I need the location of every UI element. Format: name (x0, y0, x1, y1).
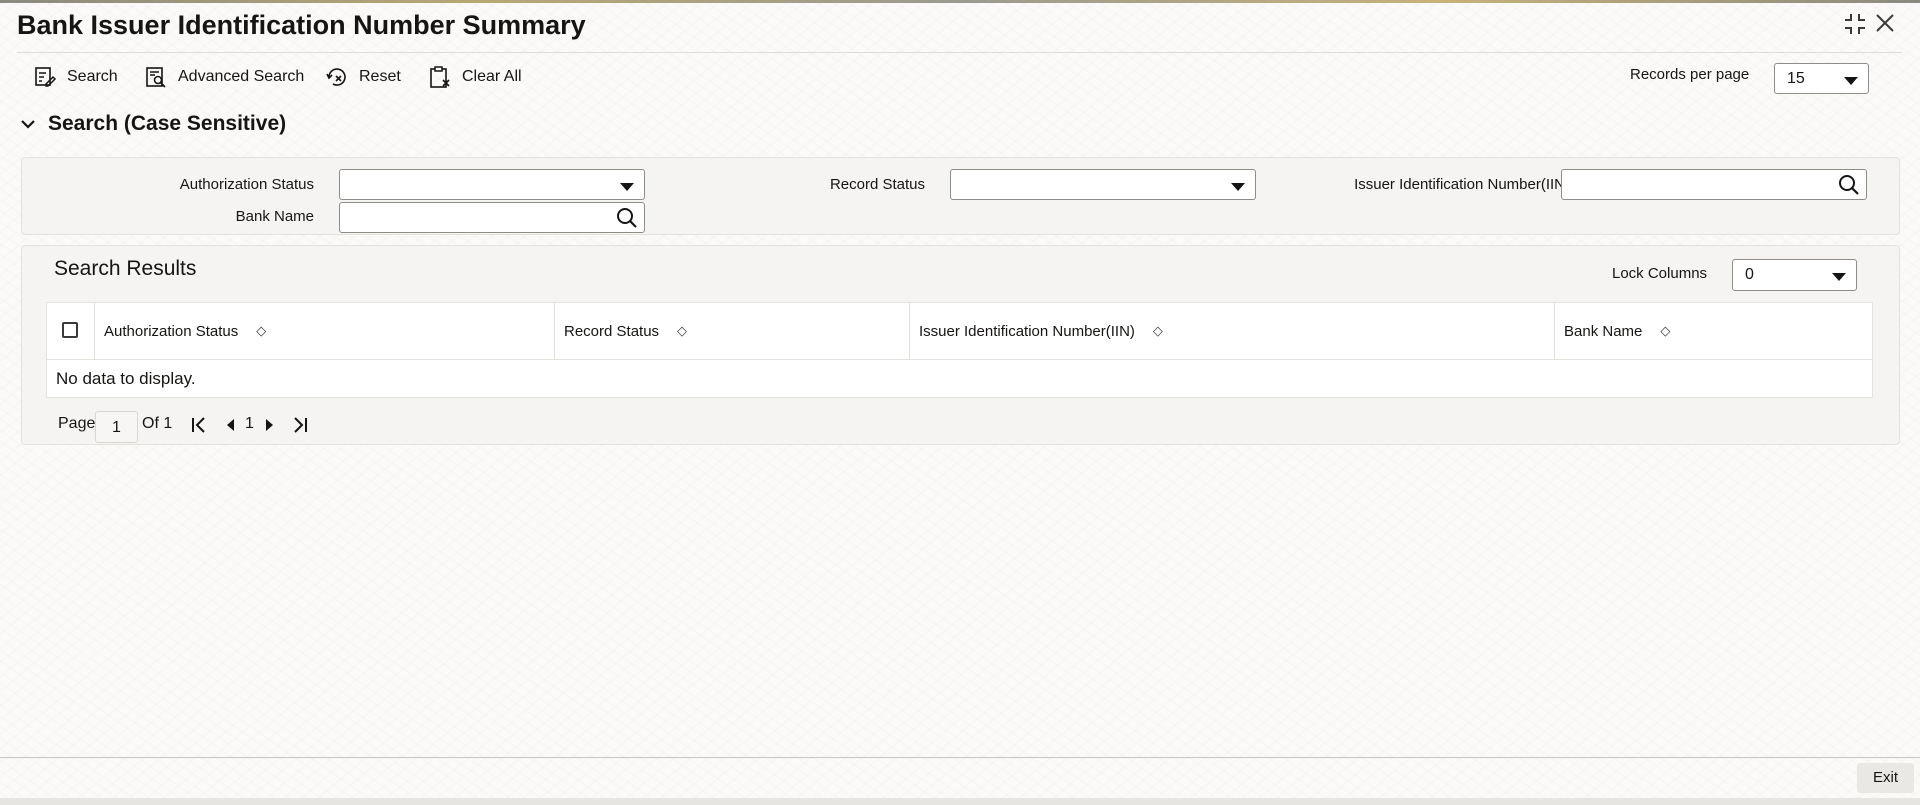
sort-icon[interactable]: ◇ (677, 323, 687, 339)
lock-columns-select[interactable]: 0 (1732, 259, 1857, 291)
page-of-label: Of 1 (142, 415, 173, 432)
clear-all-icon (430, 66, 450, 88)
sort-icon[interactable]: ◇ (256, 323, 266, 339)
first-page-icon[interactable] (190, 414, 208, 436)
page-number: 1 (245, 415, 254, 432)
search-icon[interactable] (616, 207, 638, 229)
sort-icon[interactable]: ◇ (1660, 323, 1670, 339)
records-per-page-label: Records per page (1630, 66, 1750, 83)
authorization-status-select[interactable] (339, 169, 645, 200)
column-header-record-status[interactable]: Record Status ◇ (554, 303, 909, 359)
search-button-label: Search (67, 68, 118, 85)
chevron-down-icon (620, 183, 634, 191)
bottom-strip (0, 798, 1920, 805)
clear-all-button[interactable]: Clear All (428, 64, 522, 90)
bank-name-label: Bank Name (235, 208, 314, 225)
column-header-authorization-status[interactable]: Authorization Status ◇ (94, 303, 554, 359)
column-header-label: Record Status (564, 322, 660, 340)
exit-button[interactable]: Exit (1857, 763, 1914, 793)
search-results-title: Search Results (54, 257, 197, 280)
authorization-status-label: Authorization Status (179, 176, 314, 193)
search-section-title: Search (Case Sensitive) (48, 112, 287, 135)
search-button[interactable]: Search (33, 64, 118, 90)
empty-table-message: No data to display. (56, 369, 196, 388)
chevron-down-icon (1832, 273, 1846, 281)
page-label: Page (58, 415, 96, 432)
previous-page-icon[interactable] (222, 414, 240, 436)
record-status-select[interactable] (950, 169, 1256, 200)
advanced-search-icon (146, 67, 166, 88)
reset-icon (326, 68, 346, 86)
search-icon[interactable] (1838, 174, 1860, 196)
chevron-down-icon (1844, 77, 1858, 85)
records-per-page-select[interactable]: 15 (1774, 63, 1869, 94)
current-page-input[interactable]: 1 (95, 411, 138, 443)
close-icon-svg (1876, 14, 1894, 32)
lock-columns-value: 0 (1745, 266, 1754, 283)
column-header-label: Issuer Identification Number(IIN) (919, 322, 1135, 340)
advanced-search-button[interactable]: Advanced Search (144, 64, 304, 90)
chevron-down-icon (21, 120, 35, 129)
column-header-label: Authorization Status (104, 322, 239, 340)
table-header-row: Authorization Status ◇ Record Status ◇ I… (47, 303, 1872, 360)
search-section-toggle[interactable]: Search (Case Sensitive) (20, 112, 286, 136)
page-title: Bank Issuer Identification Number Summar… (17, 10, 586, 40)
column-header-label: Bank Name (1564, 322, 1643, 340)
collapse-corners-icon[interactable] (1843, 12, 1867, 43)
sort-icon[interactable]: ◇ (1153, 323, 1163, 339)
reset-button-label: Reset (359, 68, 401, 85)
lock-columns-label: Lock Columns (1612, 265, 1708, 282)
collapse-corners-icon-svg (1845, 14, 1865, 34)
footer-divider (0, 757, 1920, 758)
iin-input[interactable] (1561, 169, 1867, 200)
bank-name-input[interactable] (339, 202, 645, 233)
reset-button[interactable]: Reset (325, 64, 401, 90)
last-page-icon[interactable] (291, 414, 309, 436)
close-icon[interactable] (1874, 12, 1896, 41)
chevron-down-icon (1231, 183, 1245, 191)
results-table: Authorization Status ◇ Record Status ◇ I… (46, 302, 1873, 398)
clear-all-button-label: Clear All (462, 68, 522, 85)
column-header-bank-name[interactable]: Bank Name ◇ (1554, 303, 1872, 359)
advanced-search-button-label: Advanced Search (178, 68, 305, 85)
select-all-checkbox[interactable] (62, 322, 78, 338)
search-doc-icon (35, 67, 57, 87)
title-divider (17, 52, 1902, 53)
records-per-page-value: 15 (1787, 70, 1805, 87)
column-header-iin[interactable]: Issuer Identification Number(IIN) ◇ (909, 303, 1554, 359)
next-page-icon[interactable] (260, 414, 278, 436)
iin-label: Issuer Identification Number(IIN) (1354, 176, 1570, 193)
record-status-label: Record Status (829, 176, 925, 193)
top-decorative-strip (0, 0, 1920, 3)
